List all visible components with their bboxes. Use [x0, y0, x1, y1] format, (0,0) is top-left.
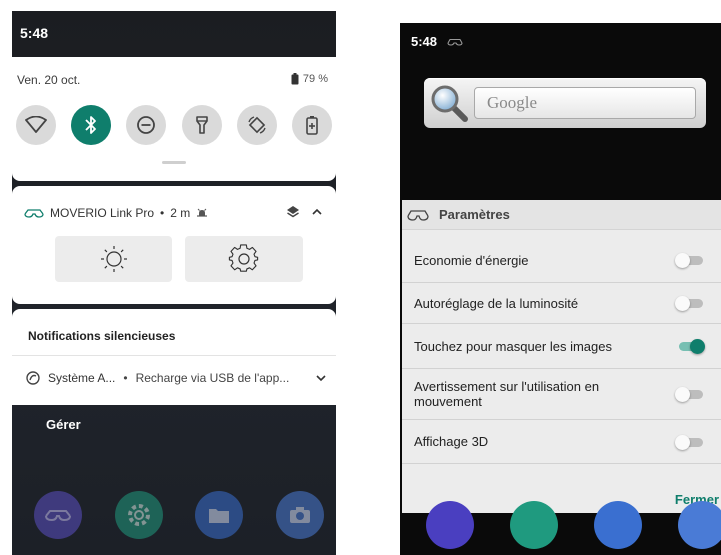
setting-label: Touchez pour masquer les images: [414, 338, 612, 354]
battery-indicator: 79 %: [291, 73, 328, 85]
notification-shade-screen: 5:48 Ven. 20 oct. 79 % MOVERIO Link Pro …: [12, 11, 336, 555]
google-search-input[interactable]: Google: [474, 87, 696, 119]
brightness-icon: [100, 246, 127, 272]
notification-text: Recharge via USB de l'app...: [135, 371, 290, 385]
glasses-icon: [407, 209, 429, 221]
drag-handle[interactable]: [162, 161, 186, 164]
flashlight-tile[interactable]: [181, 105, 222, 145]
status-bar-time: 5:48: [411, 34, 438, 49]
auto-rotate-tile[interactable]: [236, 105, 277, 145]
quick-settings-tiles: [16, 105, 332, 145]
glasses-icon: [24, 209, 44, 218]
settings-gear-icon: [228, 244, 259, 272]
battery-icon: [291, 73, 299, 85]
silent-notifications-section: Notifications silencieuses Système A... …: [12, 309, 336, 405]
silent-notifications-title: Notifications silencieuses: [28, 329, 176, 343]
quick-settings-panel: Ven. 20 oct. 79 %: [12, 57, 336, 181]
battery-saver-tile[interactable]: [291, 105, 332, 145]
system-app-icon: [26, 371, 40, 385]
files-app-icon[interactable]: [594, 501, 642, 549]
moverio-app-icon[interactable]: [426, 501, 474, 549]
brightness-button[interactable]: [55, 236, 172, 282]
motion-warning-toggle[interactable]: [675, 387, 705, 402]
battery-percent: 79 %: [302, 73, 328, 85]
tap-to-hide-toggle[interactable]: [675, 339, 705, 354]
setting-row-tap-to-hide[interactable]: Touchez pour masquer les images: [402, 324, 721, 369]
camera-app-icon[interactable]: [275, 491, 324, 539]
setting-label: Economie d'énergie: [414, 252, 529, 268]
setting-label: Avertissement sur l'utilisation en mouve…: [414, 379, 600, 409]
do-not-disturb-icon: [137, 116, 156, 134]
flashlight-icon: [195, 116, 208, 134]
notification-header: MOVERIO Link Pro • 2 m: [24, 206, 208, 220]
setting-row-energy-saving[interactable]: Economie d'énergie: [402, 238, 721, 283]
camera-app-icon[interactable]: [678, 501, 721, 549]
chevron-up-icon[interactable]: [312, 208, 322, 216]
settings-button[interactable]: [185, 236, 303, 282]
setting-row-3d-display[interactable]: Affichage 3D: [402, 420, 721, 464]
glasses-icon: [447, 38, 463, 46]
alarm-bell-icon: [197, 208, 208, 217]
status-bar-time: 5:48: [20, 25, 49, 41]
google-search-widget[interactable]: Google: [424, 78, 706, 128]
magnifier-icon: [431, 85, 468, 122]
divider: [12, 355, 336, 356]
notification-separator: •: [123, 371, 128, 385]
settings-title: Paramètres: [439, 207, 510, 222]
settings-header: Paramètres: [402, 200, 721, 230]
bluetooth-icon: [85, 116, 97, 134]
moverio-settings-screen: 5:48 Google Paramètres Economie d'énergi…: [400, 23, 721, 555]
do-not-disturb-tile[interactable]: [126, 105, 167, 145]
date-label: Ven. 20 oct.: [17, 73, 81, 87]
setting-label: Affichage 3D: [414, 434, 489, 449]
settings-app-icon[interactable]: [510, 501, 558, 549]
home-dock: [34, 491, 324, 539]
notification-separator: •: [160, 206, 165, 220]
moverio-app-icon[interactable]: [34, 491, 82, 539]
settings-app-icon[interactable]: [114, 491, 163, 539]
home-dock: [426, 501, 721, 549]
moverio-notification[interactable]: MOVERIO Link Pro • 2 m: [12, 186, 336, 304]
notification-app-name: Système A...: [48, 371, 116, 385]
energy-saving-toggle[interactable]: [675, 253, 705, 268]
setting-row-auto-brightness[interactable]: Autoréglage de la luminosité: [402, 283, 721, 324]
status-bar: 5:48: [411, 34, 463, 49]
battery-saver-icon: [306, 116, 318, 135]
setting-label: Autoréglage de la luminosité: [414, 295, 579, 311]
wifi-icon: [25, 116, 47, 133]
notification-header-actions: [286, 205, 322, 219]
manage-button[interactable]: Gérer: [46, 417, 81, 432]
bluetooth-tile[interactable]: [71, 105, 112, 145]
files-app-icon[interactable]: [195, 491, 244, 539]
notification-time: 2 m: [170, 206, 191, 220]
settings-panel: Paramètres Economie d'énergie Autoréglag…: [402, 200, 721, 513]
3d-display-toggle[interactable]: [675, 434, 705, 450]
notification-app-name: MOVERIO Link Pro: [50, 206, 155, 220]
auto-brightness-toggle[interactable]: [675, 296, 705, 311]
system-notification-item[interactable]: Système A... • Recharge via USB de l'app…: [26, 371, 326, 385]
settings-list: Economie d'énergie Autoréglage de la lum…: [402, 238, 721, 464]
chevron-down-icon[interactable]: [316, 374, 326, 382]
layers-icon[interactable]: [286, 205, 300, 219]
auto-rotate-icon: [248, 116, 266, 134]
wifi-tile[interactable]: [16, 105, 56, 145]
setting-row-motion-warning[interactable]: Avertissement sur l'utilisation en mouve…: [402, 369, 721, 420]
